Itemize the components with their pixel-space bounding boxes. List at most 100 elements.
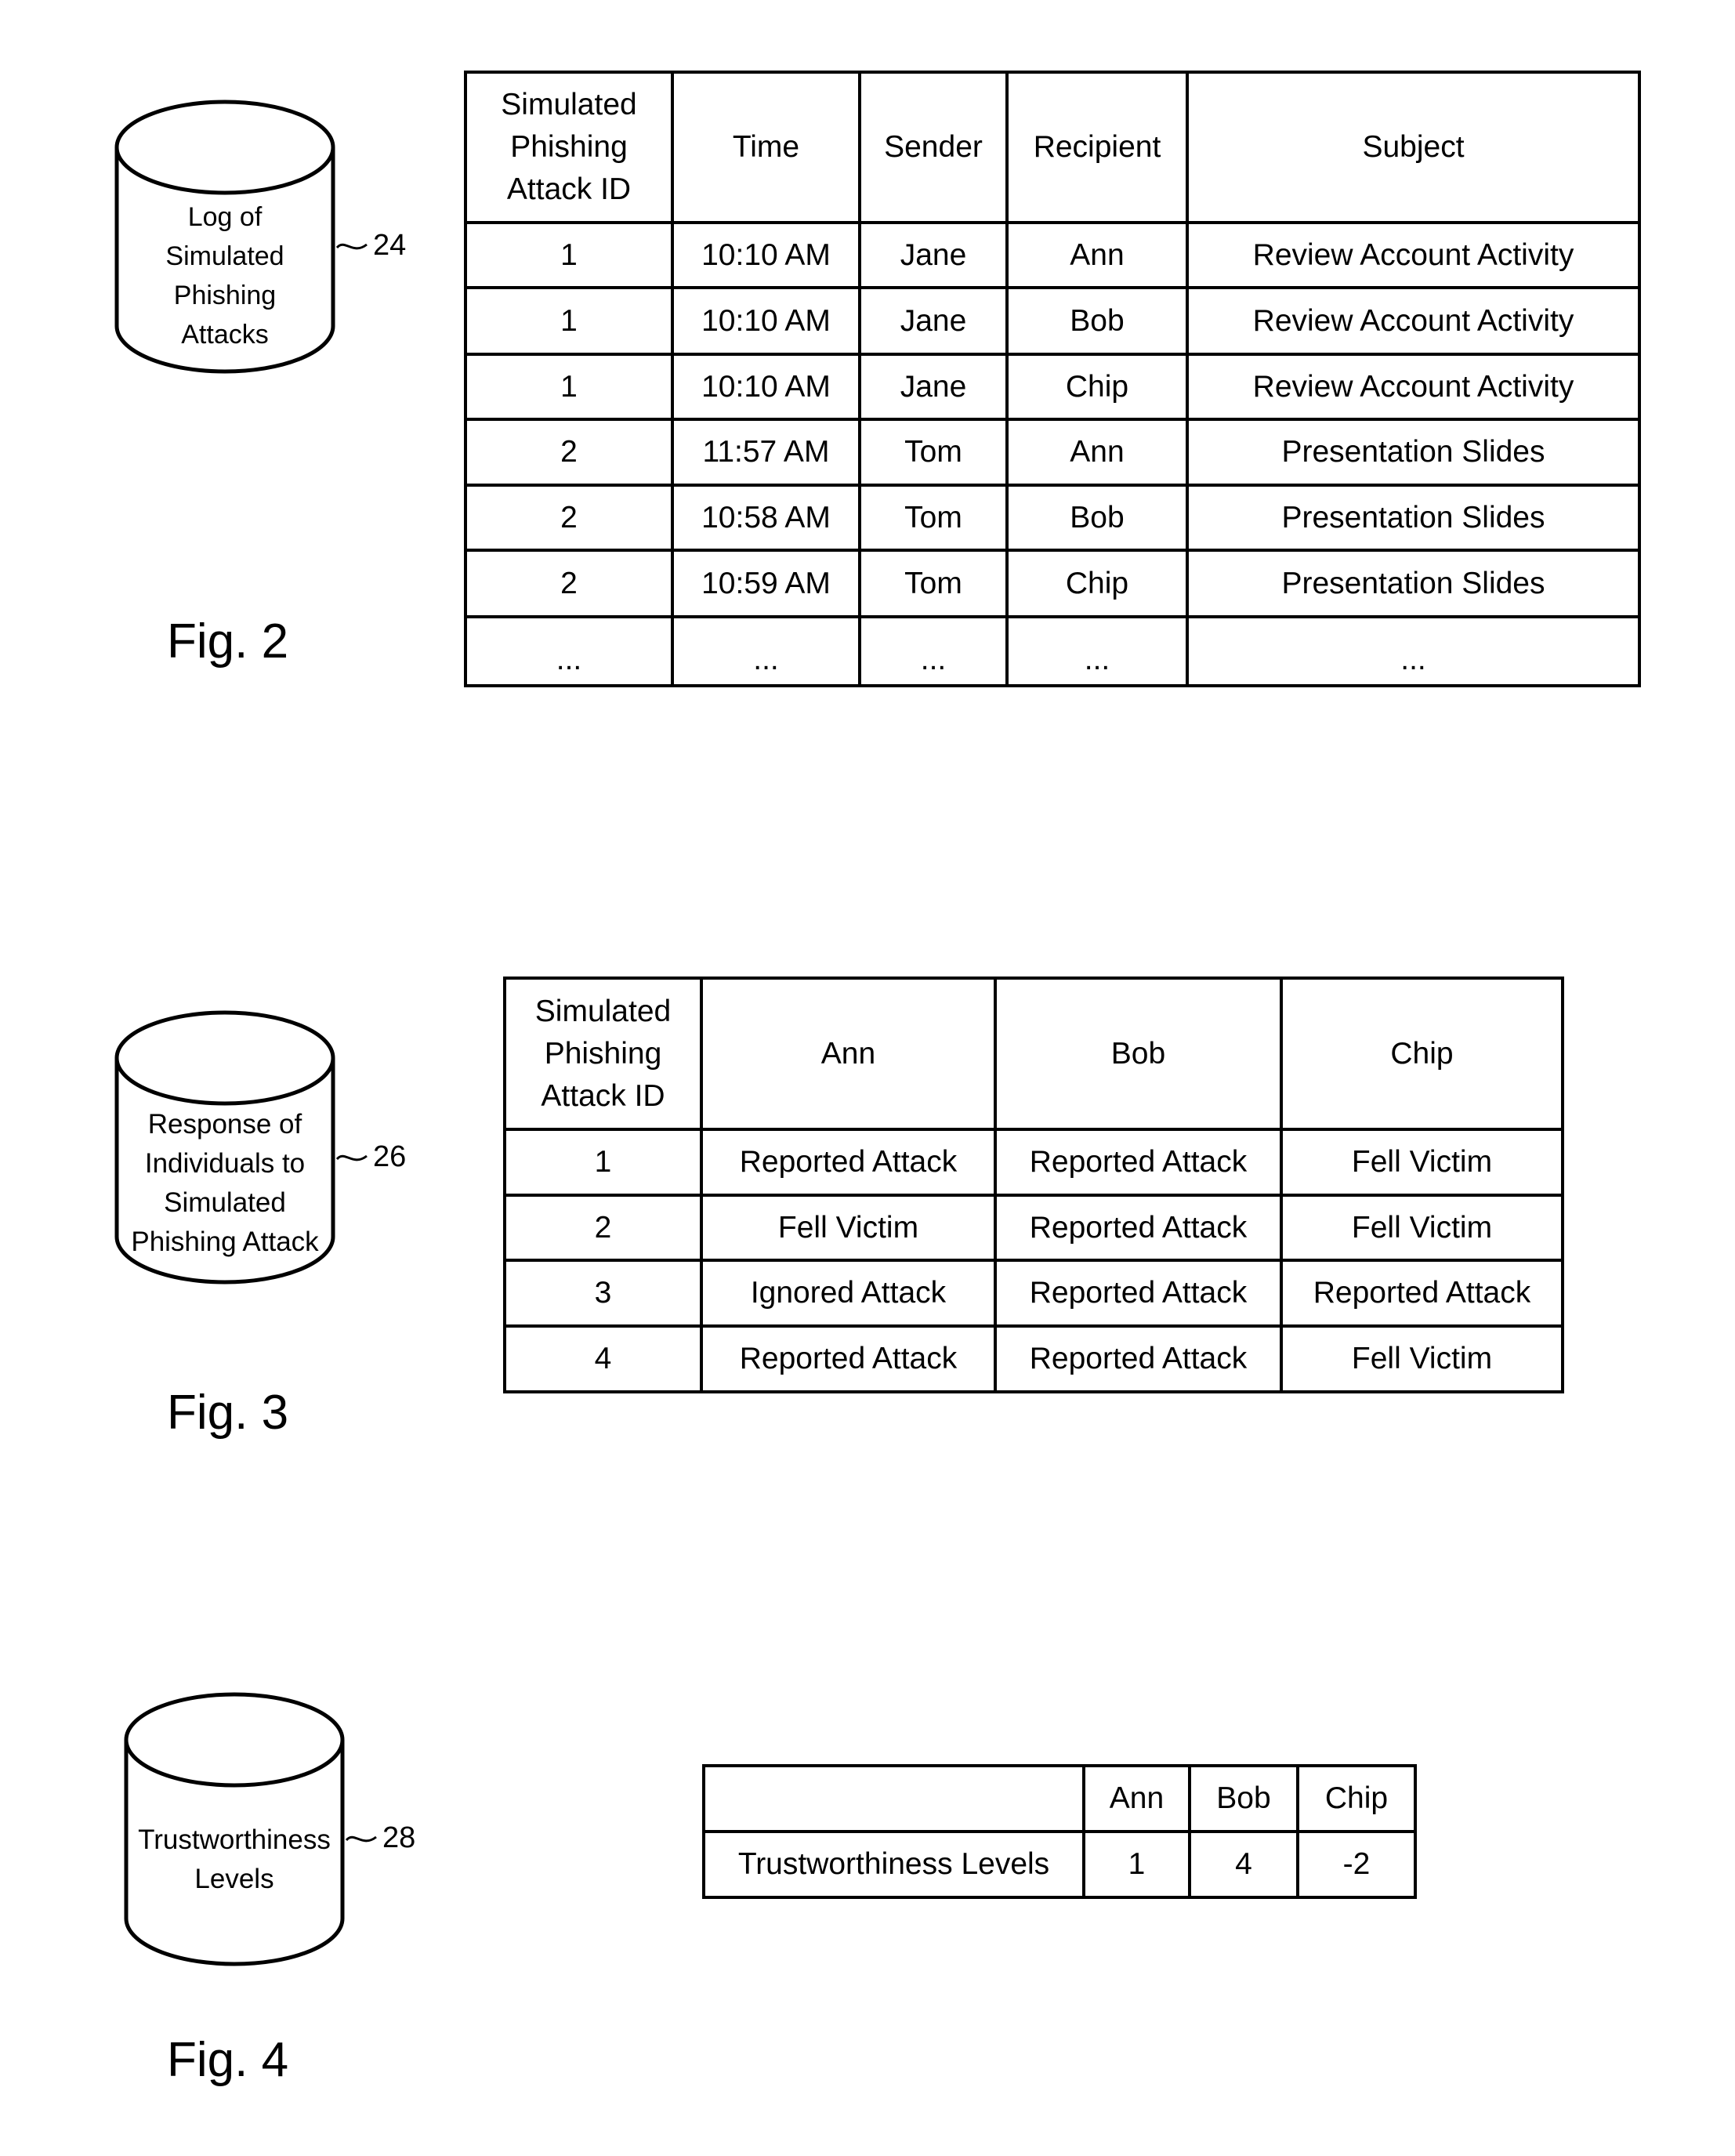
reference-numeral-28: 28 <box>345 1821 415 1855</box>
table-row: 1 Reported Attack Reported Attack Fell Vict… <box>503 1128 1564 1197</box>
header-chip: Chip <box>1296 1764 1417 1833</box>
table-cell: Reported Attack <box>700 1128 997 1197</box>
database-label: Log of Simulated Phishing Attacks <box>165 202 284 350</box>
table-cell: Jane <box>858 286 1009 356</box>
table-cell: ... <box>858 615 1009 687</box>
table-row: ............... <box>464 615 1641 687</box>
table-header-row: Simulated Phishing Attack ID Time Sender… <box>464 71 1641 224</box>
table-cell: Tom <box>858 549 1009 618</box>
table-cell: Review Account Activity <box>1186 353 1641 421</box>
table-cell: Reported Attack <box>994 1324 1283 1393</box>
individual-responses-table: Simulated Phishing Attack ID Ann Bob Chi… <box>503 977 1564 1393</box>
table-cell: 10:59 AM <box>671 549 861 618</box>
table-cell: Reported Attack <box>994 1128 1283 1197</box>
table-cell: 1 <box>464 221 674 289</box>
table-cell: 2 <box>503 1194 703 1262</box>
header-attack-id: Simulated Phishing Attack ID <box>464 71 674 224</box>
table-row: 1 10:10 AM Jane Bob Review Account Activity <box>464 286 1641 356</box>
header-attack-id: Simulated Phishing Attack ID <box>503 977 703 1131</box>
table-row: 4 Reported Attack Reported Attack Fell Vict… <box>503 1324 1564 1393</box>
table-header-row: Simulated Phishing Attack ID Ann Bob Chi… <box>503 977 1564 1131</box>
header-sender: Sender <box>858 71 1009 224</box>
table-cell: Fell Victim <box>700 1194 997 1262</box>
database-log-of-simulated-phishing-attacks: Log of Simulated Phishing Attacks <box>114 100 335 374</box>
table-cell: Presentation Slides <box>1186 549 1641 618</box>
table-cell: Bob <box>1005 286 1189 356</box>
table-cell: 1 <box>1082 1830 1191 1899</box>
table-cell: 10:10 AM <box>671 221 861 289</box>
header-time: Time <box>671 71 861 224</box>
table-cell: 4 <box>1188 1830 1299 1899</box>
table-cell: Reported Attack <box>994 1259 1283 1328</box>
table-cell: Jane <box>858 221 1009 289</box>
table-cell: Presentation Slides <box>1186 418 1641 487</box>
trustworthiness-levels-table: Ann Bob Chip Trustworthiness Levels 1 4 -2 <box>702 1764 1417 1899</box>
table-row: 2 Fell Victim Reported Attack Fell Victim <box>503 1194 1564 1262</box>
table-cell: 2 <box>464 484 674 552</box>
tilde-leader-icon <box>345 1835 377 1842</box>
table-cell: 10:10 AM <box>671 286 861 356</box>
figure-label: Fig. 2 <box>167 614 289 669</box>
figure-label: Fig. 4 <box>167 2033 289 2087</box>
table-cell: -2 <box>1296 1830 1417 1899</box>
table-row: 2 10:59 AM Tom Chip Presentation Slides <box>464 549 1641 618</box>
database-label: Trustworthiness Levels <box>138 1824 331 1894</box>
header-subject: Subject <box>1186 71 1641 224</box>
table-cell: Chip <box>1005 353 1189 421</box>
table-cell: 11:57 AM <box>671 418 861 487</box>
table-cell: Ignored Attack <box>700 1259 997 1328</box>
table-row: 1 10:10 AM Jane Chip Review Account Activity <box>464 353 1641 421</box>
table-row: Trustworthiness Levels 1 4 -2 <box>702 1830 1417 1899</box>
table-cell: Review Account Activity <box>1186 286 1641 356</box>
header-blank <box>702 1764 1085 1833</box>
table-cell: Chip <box>1005 549 1189 618</box>
tilde-leader-icon <box>335 1154 368 1161</box>
table-cell: Ann <box>1005 418 1189 487</box>
table-cell: Presentation Slides <box>1186 484 1641 552</box>
table-row: 3 Ignored Attack Reported Attack Reported A… <box>503 1259 1564 1328</box>
table-cell: Trustworthiness Levels <box>702 1830 1085 1899</box>
table-header-row: Ann Bob Chip <box>702 1764 1417 1833</box>
table-cell: 3 <box>503 1259 703 1328</box>
table-cell: ... <box>671 615 861 687</box>
database-trustworthiness-levels: Trustworthiness Levels <box>124 1692 345 1966</box>
figure-label: Fig. 3 <box>167 1386 289 1440</box>
table-cell: Fell Victim <box>1280 1128 1564 1197</box>
table-row: 2 10:58 AM Tom Bob Presentation Slides <box>464 484 1641 552</box>
header-ann: Ann <box>1082 1764 1191 1833</box>
header-bob: Bob <box>994 977 1283 1131</box>
reference-numeral-26: 26 <box>335 1140 406 1174</box>
table-cell: 10:58 AM <box>671 484 861 552</box>
table-cell: 1 <box>464 286 674 356</box>
reference-numeral-24: 24 <box>335 229 406 263</box>
table-cell: Fell Victim <box>1280 1324 1564 1393</box>
table-cell: Jane <box>858 353 1009 421</box>
table-cell: 1 <box>503 1128 703 1197</box>
database-label: Response of Individuals to Simulated Phi… <box>131 1109 319 1257</box>
table-cell: Reported Attack <box>994 1194 1283 1262</box>
table-cell: 2 <box>464 418 674 487</box>
table-cell: Ann <box>1005 221 1189 289</box>
header-ann: Ann <box>700 977 997 1131</box>
table-cell: 10:10 AM <box>671 353 861 421</box>
table-row: 1 10:10 AM Jane Ann Review Account Activity <box>464 221 1641 289</box>
table-cell: 4 <box>503 1324 703 1393</box>
table-cell: 2 <box>464 549 674 618</box>
header-bob: Bob <box>1188 1764 1299 1833</box>
table-cell: Tom <box>858 418 1009 487</box>
table-cell: Tom <box>858 484 1009 552</box>
table-cell: Bob <box>1005 484 1189 552</box>
table-cell: Review Account Activity <box>1186 221 1641 289</box>
database-response-of-individuals: Response of Individuals to Simulated Phi… <box>114 1010 335 1285</box>
table-row: 2 11:57 AM Tom Ann Presentation Slides <box>464 418 1641 487</box>
table-cell: Reported Attack <box>1280 1259 1564 1328</box>
table-cell: 1 <box>464 353 674 421</box>
header-chip: Chip <box>1280 977 1564 1131</box>
table-cell: Reported Attack <box>700 1324 997 1393</box>
header-recipient: Recipient <box>1005 71 1189 224</box>
tilde-leader-icon <box>335 243 368 249</box>
table-cell: ... <box>1005 615 1189 687</box>
simulated-phishing-attacks-log-table: Simulated Phishing Attack ID Time Sender… <box>464 71 1641 687</box>
table-cell: Fell Victim <box>1280 1194 1564 1262</box>
table-cell: ... <box>1186 615 1641 687</box>
